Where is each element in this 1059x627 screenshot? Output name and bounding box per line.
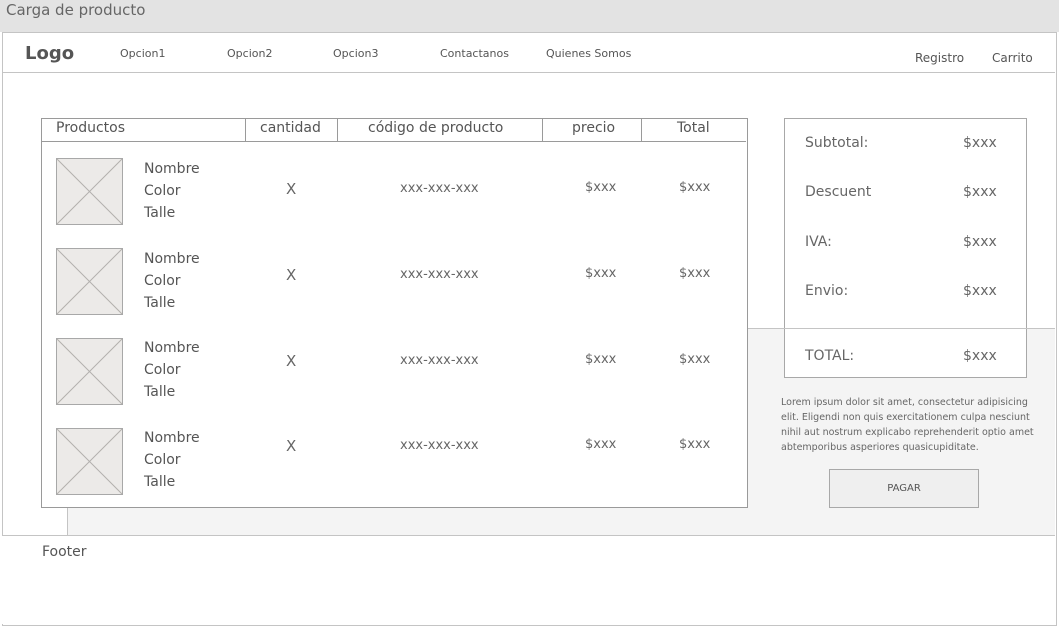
image-placeholder-icon	[56, 248, 123, 315]
header-separator	[542, 118, 543, 141]
descuento-value: $xxx	[963, 184, 997, 200]
product-name: Nombre	[144, 430, 200, 446]
registro-link[interactable]: Registro	[915, 51, 964, 65]
iva-label: IVA:	[805, 234, 832, 250]
row-price: $xxx	[585, 180, 617, 195]
window-title: Carga de producto	[6, 1, 146, 19]
header-separator	[245, 118, 246, 141]
row-quantity[interactable]: X	[286, 266, 296, 284]
footer	[2, 535, 1055, 624]
product-size: Talle	[144, 384, 176, 400]
envio-label: Envio:	[805, 283, 849, 299]
product-size: Talle	[144, 474, 176, 490]
nav-link-opcion1[interactable]: Opcion1	[120, 47, 165, 60]
row-total: $xxx	[679, 437, 711, 452]
row-price: $xxx	[585, 437, 617, 452]
summary-divider	[784, 328, 1027, 329]
product-color: Color	[144, 452, 181, 468]
image-placeholder-icon	[56, 428, 123, 495]
product-color: Color	[144, 362, 181, 378]
product-color: Color	[144, 183, 181, 199]
product-size: Talle	[144, 295, 176, 311]
logo[interactable]: Logo	[25, 43, 74, 64]
row-product-code: xxx-xxx-xxx	[400, 438, 479, 453]
subtotal-value: $xxx	[963, 135, 997, 151]
nav-link-opcion2[interactable]: Opcion2	[227, 47, 272, 60]
carrito-link[interactable]: Carrito	[992, 51, 1033, 65]
nav-link-opcion3[interactable]: Opcion3	[333, 47, 378, 60]
checkout-description: Lorem ipsum dolor sit amet, consectetur …	[781, 397, 1034, 453]
row-product-code: xxx-xxx-xxx	[400, 181, 479, 196]
product-size: Talle	[144, 205, 176, 221]
header-cantidad: cantidad	[260, 120, 321, 136]
nav-link-contactanos[interactable]: Contactanos	[440, 47, 509, 60]
total-value: $xxx	[963, 348, 997, 364]
product-name: Nombre	[144, 340, 200, 356]
iva-value: $xxx	[963, 234, 997, 250]
row-total: $xxx	[679, 180, 711, 195]
header-precio: precio	[572, 120, 616, 136]
total-label: TOTAL:	[805, 348, 855, 364]
row-price: $xxx	[585, 266, 617, 281]
image-placeholder-icon	[56, 338, 123, 405]
row-total: $xxx	[679, 352, 711, 367]
row-product-code: xxx-xxx-xxx	[400, 353, 479, 368]
row-product-code: xxx-xxx-xxx	[400, 267, 479, 282]
row-price: $xxx	[585, 352, 617, 367]
descuento-label: Descuent	[805, 184, 872, 200]
product-name: Nombre	[144, 161, 200, 177]
header-separator	[641, 118, 642, 141]
envio-value: $xxx	[963, 283, 997, 299]
row-quantity[interactable]: X	[286, 352, 296, 370]
title-bar: Carga de producto	[0, 0, 1059, 32]
pay-button[interactable]: PAGAR	[829, 469, 979, 508]
header-separator	[337, 118, 338, 141]
header-productos: Productos	[56, 120, 126, 136]
image-placeholder-icon	[56, 158, 123, 225]
nav-link-quienes-somos[interactable]: Quienes Somos	[546, 47, 631, 60]
footer-label: Footer	[42, 544, 87, 560]
band-edge-line	[67, 507, 68, 536]
product-color: Color	[144, 273, 181, 289]
row-quantity[interactable]: X	[286, 437, 296, 455]
header-codigo: código de producto	[368, 120, 504, 136]
row-quantity[interactable]: X	[286, 180, 296, 198]
subtotal-label: Subtotal:	[805, 135, 869, 151]
row-total: $xxx	[679, 266, 711, 281]
product-name: Nombre	[144, 251, 200, 267]
header-total: Total	[677, 120, 710, 136]
